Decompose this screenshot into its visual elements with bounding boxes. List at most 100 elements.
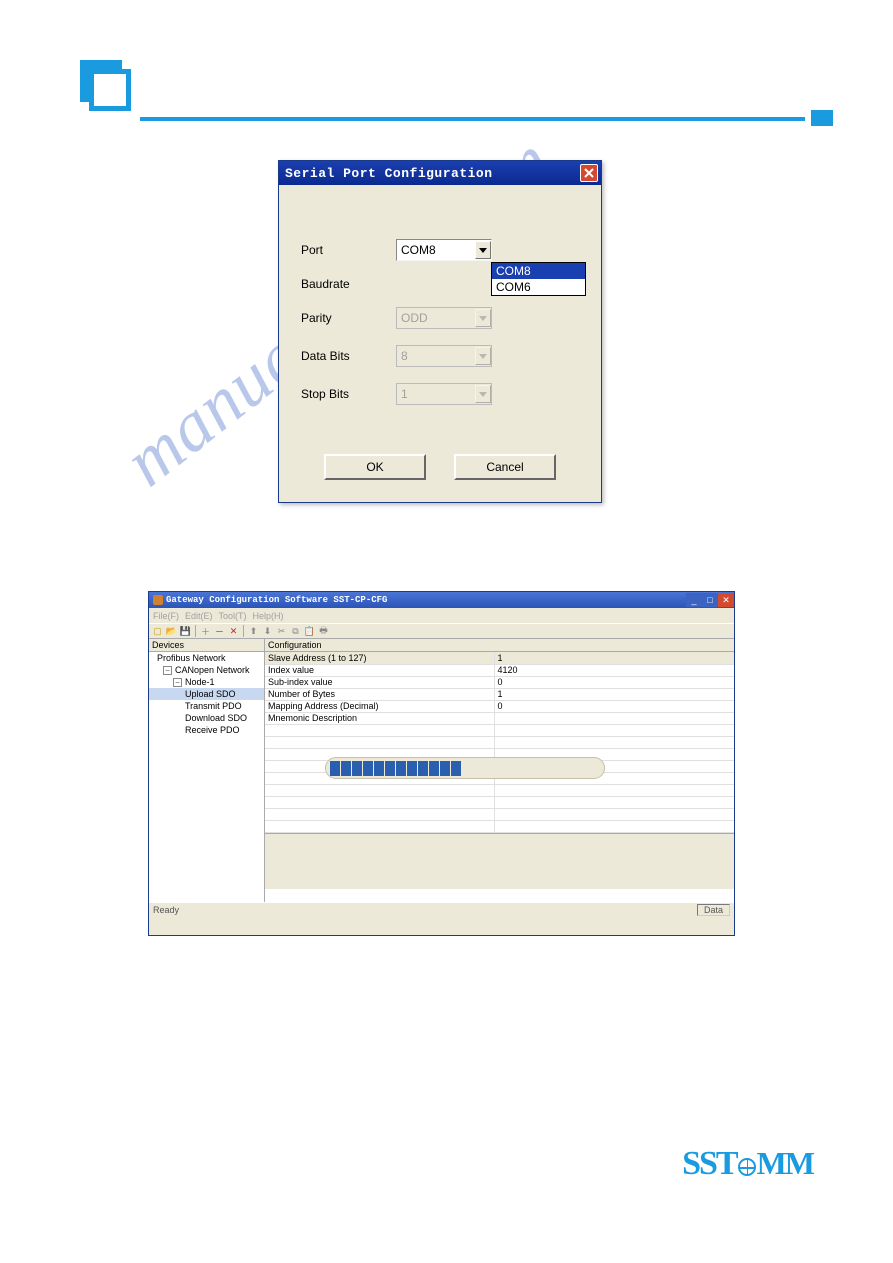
databits-value: 8 — [401, 349, 408, 363]
port-dropdown-list[interactable]: COM8 COM6 — [491, 262, 586, 296]
progress-segment — [363, 761, 373, 776]
parity-row: Parity ODD — [301, 307, 579, 329]
grid-row[interactable]: Number of Bytes1 — [265, 688, 734, 700]
grid-key: Index value — [265, 664, 494, 676]
chevron-down-icon — [479, 354, 487, 359]
cancel-button[interactable]: Cancel — [454, 454, 556, 480]
chevron-down-icon — [479, 248, 487, 253]
tree-profibus[interactable]: Profibus Network — [149, 652, 264, 664]
globe-icon — [738, 1158, 756, 1176]
chevron-down-icon — [479, 392, 487, 397]
d2-titlebar: Gateway Configuration Software SST-CP-CF… — [149, 592, 734, 608]
grid-row-empty — [265, 736, 734, 748]
grid-val: 0 — [494, 676, 734, 688]
progress-segment — [330, 761, 340, 776]
port-combo[interactable]: COM8 — [396, 239, 492, 261]
menubar: File(F) Edit(E) Tool(T) Help(H) — [149, 608, 734, 623]
new-icon[interactable]: ▢ — [151, 625, 164, 638]
stopbits-value: 1 — [401, 387, 408, 401]
paste-icon[interactable]: 📋 — [303, 625, 316, 638]
print-icon[interactable]: 🖶 — [317, 625, 330, 638]
header-line — [140, 117, 805, 121]
tree-dl-sdo-label: Download SDO — [185, 713, 247, 723]
grid-header: Configuration — [265, 639, 734, 652]
tree-toggle-icon[interactable]: − — [163, 666, 172, 675]
progress-segment — [407, 761, 417, 776]
save-icon[interactable]: 💾 — [179, 625, 192, 638]
port-dropdown-button[interactable] — [475, 241, 491, 259]
grid-row[interactable]: Mapping Address (Decimal)0 — [265, 700, 734, 712]
delete-icon[interactable]: ✕ — [227, 625, 240, 638]
progress-segment — [440, 761, 450, 776]
grid-row[interactable]: Index value4120 — [265, 664, 734, 676]
stopbits-row: Stop Bits 1 — [301, 383, 579, 405]
tree-canopen[interactable]: − CANopen Network — [149, 664, 264, 676]
grid-val: 1 — [494, 652, 734, 664]
progress-segment — [396, 761, 406, 776]
parity-value: ODD — [401, 311, 428, 325]
upload-icon[interactable]: ⬆ — [247, 625, 260, 638]
stopbits-dropdown-button — [475, 385, 491, 403]
close-button[interactable] — [580, 164, 598, 182]
tree-rx-pdo-label: Receive PDO — [185, 725, 240, 735]
dropdown-option-com8[interactable]: COM8 — [492, 263, 585, 279]
page-header-decoration — [80, 55, 833, 145]
add-icon[interactable]: ＋ — [199, 625, 212, 638]
deco-square-front — [89, 69, 131, 111]
progress-segment — [418, 761, 428, 776]
progress-segment — [385, 761, 395, 776]
copy-icon[interactable]: ⧉ — [289, 625, 302, 638]
grid-row[interactable]: Slave Address (1 to 127)1 — [265, 652, 734, 664]
menu-tool[interactable]: Tool(T) — [219, 611, 247, 621]
menu-edit[interactable]: Edit(E) — [185, 611, 213, 621]
toolbar-separator — [195, 625, 196, 637]
menu-file[interactable]: File(F) — [153, 611, 179, 621]
tree-transmit-pdo[interactable]: Transmit PDO — [149, 700, 264, 712]
chevron-down-icon — [479, 316, 487, 321]
download-icon[interactable]: ⬇ — [261, 625, 274, 638]
baudrate-label: Baudrate — [301, 277, 396, 291]
tree-node1[interactable]: − Node-1 — [149, 676, 264, 688]
remove-icon[interactable]: － — [213, 625, 226, 638]
maximize-button[interactable]: □ — [702, 593, 718, 607]
tree-receive-pdo[interactable]: Receive PDO — [149, 724, 264, 736]
window-buttons: _ □ ✕ — [686, 593, 734, 607]
menu-help[interactable]: Help(H) — [253, 611, 284, 621]
grid-key: Mapping Address (Decimal) — [265, 700, 494, 712]
tree-upload-sdo[interactable]: Upload SDO — [149, 688, 264, 700]
tree-download-sdo[interactable]: Download SDO — [149, 712, 264, 724]
databits-label: Data Bits — [301, 349, 396, 363]
grid-key: Mnemonic Description — [265, 712, 494, 724]
dropdown-option-com6[interactable]: COM6 — [492, 279, 585, 295]
grid-row[interactable]: Sub-index value0 — [265, 676, 734, 688]
footer-logo: SSTMM — [682, 1145, 813, 1183]
progress-segment — [352, 761, 362, 776]
device-tree: Devices Profibus Network − CANopen Netwo… — [149, 639, 265, 902]
port-label: Port — [301, 243, 396, 257]
grid-row[interactable]: Mnemonic Description — [265, 712, 734, 724]
parity-label: Parity — [301, 311, 396, 325]
open-icon[interactable]: 📂 — [165, 625, 178, 638]
tree-profibus-label: Profibus Network — [157, 653, 226, 663]
serial-port-config-dialog: Serial Port Configuration Port COM8 Baud… — [278, 160, 602, 503]
close-button[interactable]: ✕ — [718, 593, 734, 607]
tree-header: Devices — [149, 639, 264, 652]
progress-segment — [451, 761, 461, 776]
tree-toggle-icon[interactable]: − — [173, 678, 182, 687]
statusbar: Ready Data — [149, 902, 734, 917]
port-value: COM8 — [401, 243, 436, 257]
grid-key: Number of Bytes — [265, 688, 494, 700]
grid-row-empty — [265, 784, 734, 796]
minimize-button[interactable]: _ — [686, 593, 702, 607]
ok-button[interactable]: OK — [324, 454, 426, 480]
databits-combo: 8 — [396, 345, 492, 367]
toolbar-separator — [243, 625, 244, 637]
progress-bar — [325, 757, 605, 779]
toolbar: ▢ 📂 💾 ＋ － ✕ ⬆ ⬇ ✂ ⧉ 📋 🖶 — [149, 623, 734, 639]
grid-row-empty — [265, 724, 734, 736]
progress-segment — [429, 761, 439, 776]
cut-icon[interactable]: ✂ — [275, 625, 288, 638]
databits-row: Data Bits 8 — [301, 345, 579, 367]
status-right: Data — [697, 904, 730, 916]
progress-segment — [374, 761, 384, 776]
